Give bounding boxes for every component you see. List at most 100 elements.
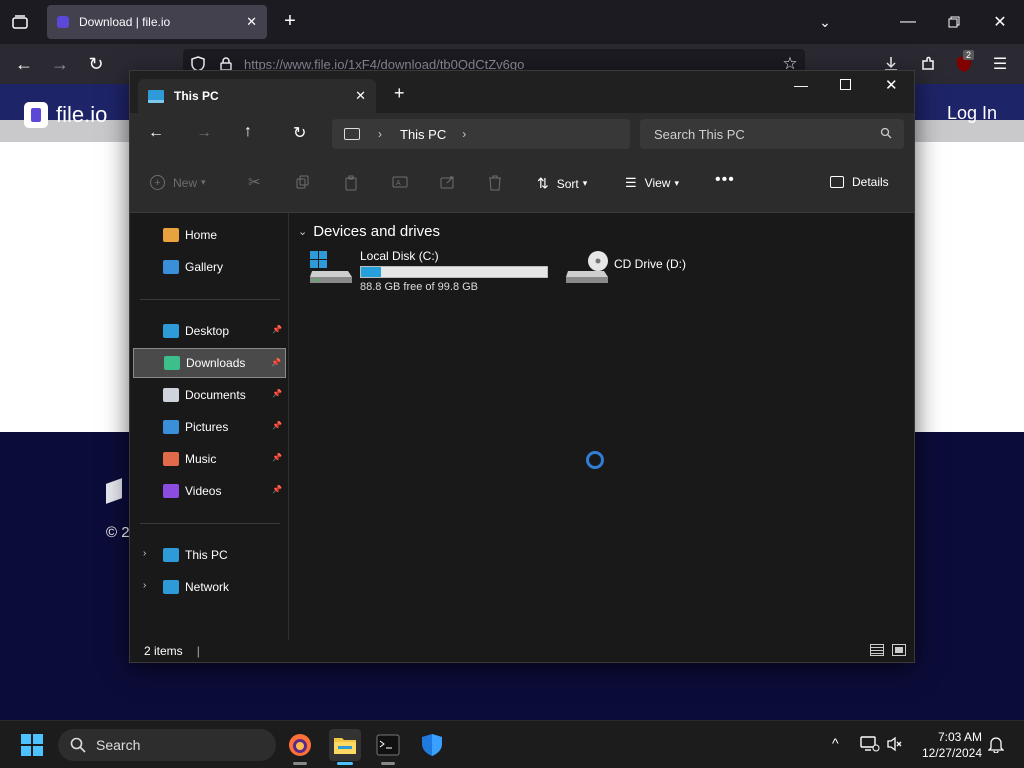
terminal-running-indicator <box>381 762 395 765</box>
drive-d[interactable]: CD Drive (D:) <box>564 249 686 287</box>
explorer-tab[interactable]: This PC ✕ <box>138 79 376 113</box>
explorer-back-icon[interactable]: ← <box>148 124 164 142</box>
more-options-icon[interactable]: ••• <box>715 171 735 189</box>
nav-item-downloads[interactable]: Downloads 📌 <box>133 348 286 378</box>
chevron-down-icon: ▾ <box>201 177 206 187</box>
drive-c[interactable]: Local Disk (C:) 88.8 GB free of 99.8 GB <box>308 249 548 293</box>
menu-icon[interactable]: ☰ <box>990 54 1010 74</box>
pin-icon[interactable]: 📌 <box>272 325 282 334</box>
explorer-maximize-icon[interactable] <box>840 79 851 90</box>
nav-item-network[interactable]: › Network <box>133 572 286 602</box>
documents-icon <box>163 388 179 402</box>
extension-badge: 2 <box>963 50 975 60</box>
file-explorer-icon[interactable] <box>329 729 361 765</box>
nav-separator <box>140 523 280 524</box>
cut-icon[interactable]: ✂ <box>248 173 261 191</box>
chevron-right-icon[interactable]: › <box>143 580 146 591</box>
nav-item-documents[interactable]: Documents 📌 <box>133 380 286 410</box>
site-logo[interactable]: file.io <box>24 102 107 128</box>
ublock-extension-icon[interactable]: 2 <box>954 50 975 74</box>
explorer-refresh-icon[interactable]: ↻ <box>293 123 306 143</box>
terminal-icon[interactable] <box>372 729 404 765</box>
tab-overview-icon[interactable] <box>10 12 30 32</box>
explorer-search-input[interactable]: Search This PC <box>640 119 904 149</box>
nav-item-label: Pictures <box>185 420 229 434</box>
network-status-icon[interactable] <box>860 735 880 756</box>
explorer-minimize-icon[interactable]: — <box>794 77 808 93</box>
network-icon <box>163 580 179 594</box>
nav-item-label: Gallery <box>185 260 224 274</box>
new-tab-icon[interactable]: + <box>280 10 300 32</box>
status-separator: | <box>196 644 200 658</box>
notifications-bell-icon[interactable] <box>987 735 1005 756</box>
back-icon[interactable]: ← <box>14 54 34 74</box>
nav-item-desktop[interactable]: Desktop 📌 <box>133 316 286 346</box>
details-view-icon[interactable] <box>870 644 884 656</box>
taskbar: Search ^ 7:03 AM 12/27/2024 <box>0 720 1024 768</box>
nav-item-label: Desktop <box>185 324 230 338</box>
pin-icon[interactable]: 📌 <box>271 358 281 367</box>
nav-item-music[interactable]: Music 📌 <box>133 444 286 474</box>
nav-item-label: Downloads <box>186 356 246 370</box>
reload-icon[interactable]: ↻ <box>86 54 106 74</box>
taskbar-clock[interactable]: 7:03 AM 12/27/2024 <box>914 729 982 761</box>
svg-text:A: A <box>396 180 401 187</box>
explorer-close-icon[interactable]: ✕ <box>885 76 898 94</box>
extensions-icon[interactable] <box>918 54 938 74</box>
copy-icon[interactable] <box>296 175 310 189</box>
browser-tab[interactable]: Download | file.io ✕ <box>47 5 267 39</box>
drive-d-name: CD Drive (D:) <box>614 257 686 271</box>
restore-icon[interactable] <box>944 12 964 32</box>
sort-label: Sort <box>556 176 579 191</box>
nav-item-gallery[interactable]: Gallery <box>133 252 286 282</box>
file-io-logo-icon <box>24 102 48 128</box>
large-icons-view-icon[interactable] <box>892 644 906 656</box>
pin-icon[interactable]: 📌 <box>272 389 282 398</box>
new-label: New <box>173 175 198 190</box>
nav-item-videos[interactable]: Videos 📌 <box>133 476 286 506</box>
close-icon[interactable]: ✕ <box>990 12 1010 32</box>
drive-c-usage-fill <box>361 267 382 277</box>
taskbar-search[interactable]: Search <box>58 729 276 761</box>
nav-item-pictures[interactable]: Pictures 📌 <box>133 412 286 442</box>
explorer-tab-close-icon[interactable]: ✕ <box>355 88 366 104</box>
tab-favicon-icon <box>57 16 69 28</box>
nav-item-this-pc[interactable]: › This PC <box>133 540 286 570</box>
explorer-up-icon[interactable]: ↑ <box>244 123 252 141</box>
nav-item-home[interactable]: Home <box>133 220 286 250</box>
delete-icon[interactable] <box>488 175 502 191</box>
nav-item-label: This PC <box>185 548 228 562</box>
explorer-address-row: ← → ↑ ↻ › This PC › Search This PC <box>130 113 914 155</box>
details-button[interactable]: Details <box>830 175 889 189</box>
explorer-forward-icon[interactable]: → <box>196 124 212 142</box>
sort-button[interactable]: ⇅ Sort ▾ <box>537 175 587 192</box>
minimize-icon[interactable]: — <box>898 12 918 32</box>
chevron-right-icon[interactable]: › <box>143 548 146 559</box>
start-windows-icon[interactable] <box>16 729 48 761</box>
new-button[interactable]: + New ▾ <box>150 175 206 190</box>
firefox-icon[interactable] <box>284 729 316 765</box>
devices-group-header[interactable]: ⌄ Devices and drives <box>298 223 440 240</box>
chevron-down-icon: ▾ <box>674 177 679 188</box>
paste-icon[interactable] <box>344 175 358 191</box>
rename-icon[interactable]: A <box>392 175 408 189</box>
view-button[interactable]: ☰ View ▾ <box>625 175 679 191</box>
volume-muted-icon[interactable] <box>886 735 904 756</box>
breadcrumb-this-pc[interactable]: This PC <box>400 127 446 142</box>
share-icon[interactable] <box>440 175 456 189</box>
tab-close-icon[interactable]: ✕ <box>246 14 257 30</box>
windows-security-icon[interactable] <box>416 729 448 761</box>
monitor-icon <box>344 128 360 140</box>
pin-icon[interactable]: 📌 <box>272 453 282 462</box>
pin-icon[interactable]: 📌 <box>272 485 282 494</box>
show-hidden-icons-icon[interactable]: ^ <box>832 735 839 751</box>
breadcrumb-chevron-icon[interactable]: › <box>462 127 466 141</box>
explorer-titlebar: This PC ✕ + — ✕ <box>130 71 914 113</box>
command-bar: + New ▾ ✂ A ⇅ Sort ▾ ☰ View ▾ ••• Detail… <box>130 155 914 213</box>
forward-icon[interactable]: → <box>50 54 70 74</box>
address-bar[interactable]: › This PC › <box>332 119 630 149</box>
pin-icon[interactable]: 📌 <box>272 421 282 430</box>
login-link[interactable]: Log In <box>947 103 997 124</box>
explorer-new-tab-icon[interactable]: + <box>394 83 405 104</box>
list-tabs-icon[interactable]: ⌄ <box>815 12 835 32</box>
